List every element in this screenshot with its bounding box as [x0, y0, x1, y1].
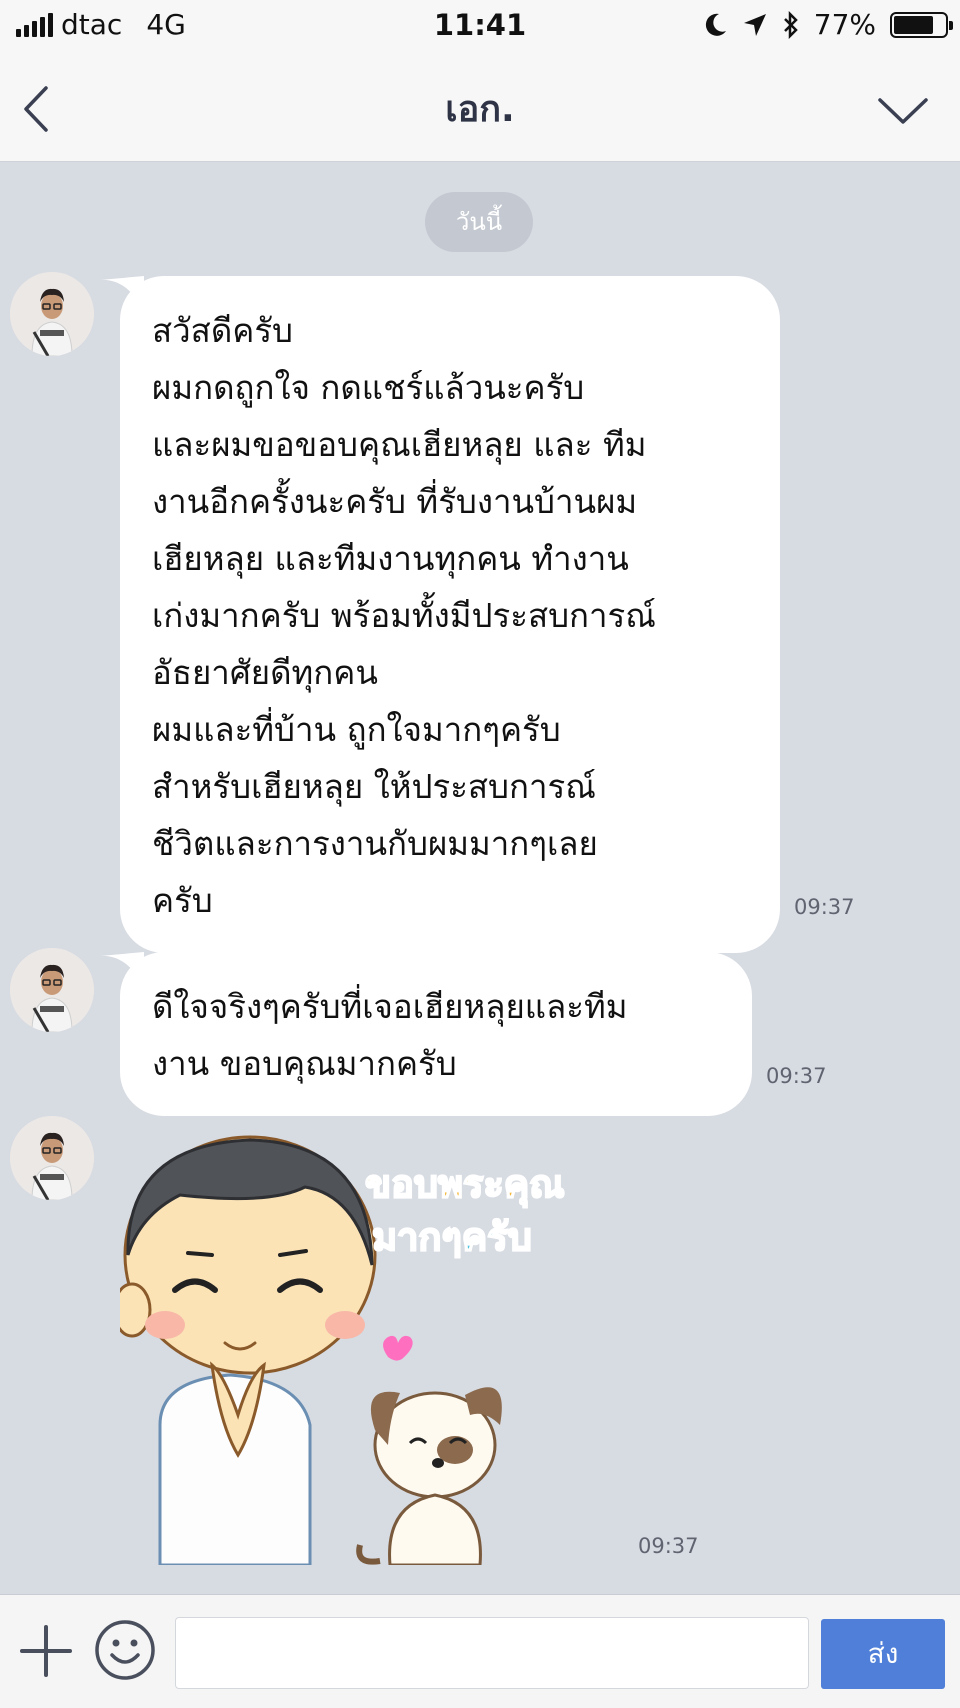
plus-icon[interactable]: [18, 1623, 74, 1679]
chevron-down-icon[interactable]: [876, 94, 930, 126]
avatar[interactable]: [10, 1116, 94, 1200]
date-separator: วันนี้: [425, 192, 533, 252]
message-time: 09:37: [794, 895, 855, 919]
location-arrow-icon: [743, 13, 766, 36]
message-line: งาน ขอบคุณมากครับ: [152, 1044, 457, 1083]
sticker-text-line1: ขอบพระคุณ: [365, 1162, 564, 1208]
message-line: อัธยาศัยดีทุกคน: [152, 653, 378, 692]
message-line: และผมขอขอบคุณเฮียหลุย และ ทีม: [152, 425, 647, 464]
battery-icon: [890, 11, 953, 38]
message-time: 09:37: [766, 1064, 827, 1088]
avatar[interactable]: [10, 948, 94, 1032]
boy-character: [120, 1135, 377, 1565]
battery-percent: 77%: [813, 8, 876, 41]
message-line: สวัสดีครับ: [152, 311, 293, 350]
message-line: ครับ: [152, 881, 213, 920]
battery-level-fill: [894, 15, 933, 34]
message-line: สำหรับเฮียหลุย ให้ประสบการณ์: [152, 767, 596, 806]
message-line: ผมกดถูกใจ กดแชร์แล้วนะครับ: [152, 368, 585, 407]
person-avatar-icon: [10, 1116, 94, 1200]
chat-title[interactable]: เอก.: [0, 80, 960, 137]
message-line: เฮียหลุย และทีมงานทุกคน ทำงาน: [152, 539, 629, 578]
message-line: ชีวิตและการงานกับผมมากๆเลย: [152, 824, 598, 863]
send-button[interactable]: ส่ง: [821, 1619, 945, 1689]
message-bubble[interactable]: สวัสดีครับ ผมกดถูกใจ กดแชร์แล้วนะครับ แล…: [100, 276, 780, 953]
message-line: ผมและที่บ้าน ถูกใจมากๆครับ: [152, 710, 561, 749]
status-bar: dtac 4G 11:41 77%: [0, 0, 960, 50]
message-bubble[interactable]: ดีใจจริงๆครับที่เจอเฮียหลุยและทีม งาน ขอ…: [100, 952, 752, 1116]
avatar[interactable]: [10, 272, 94, 356]
bubble-tail: [100, 952, 144, 986]
bubble-tail: [100, 276, 144, 310]
emoji-icon[interactable]: [94, 1619, 156, 1681]
chat-header: เอก.: [0, 50, 960, 162]
moon-icon: [705, 13, 726, 36]
dog-character: [356, 1335, 502, 1565]
person-avatar-icon: [10, 272, 94, 356]
bluetooth-icon: [783, 10, 798, 39]
thank-you-sticker[interactable]: ขอบพระคุณ มากๆครับ: [120, 1125, 620, 1565]
message-line: เก่งมากครับ พร้อมทั้งมีประสบการณ์: [152, 596, 656, 635]
message-input-bar: ส่ง: [0, 1594, 960, 1708]
message-line: ดีใจจริงๆครับที่เจอเฮียหลุยและทีม: [152, 987, 628, 1026]
message-line: งานอีกครั้งนะครับ ที่รับงานบ้านผม: [152, 482, 638, 521]
message-input[interactable]: [175, 1617, 809, 1689]
sticker-text-line2: มากๆครับ: [372, 1215, 532, 1259]
person-avatar-icon: [10, 948, 94, 1032]
message-time: 09:37: [638, 1534, 699, 1558]
